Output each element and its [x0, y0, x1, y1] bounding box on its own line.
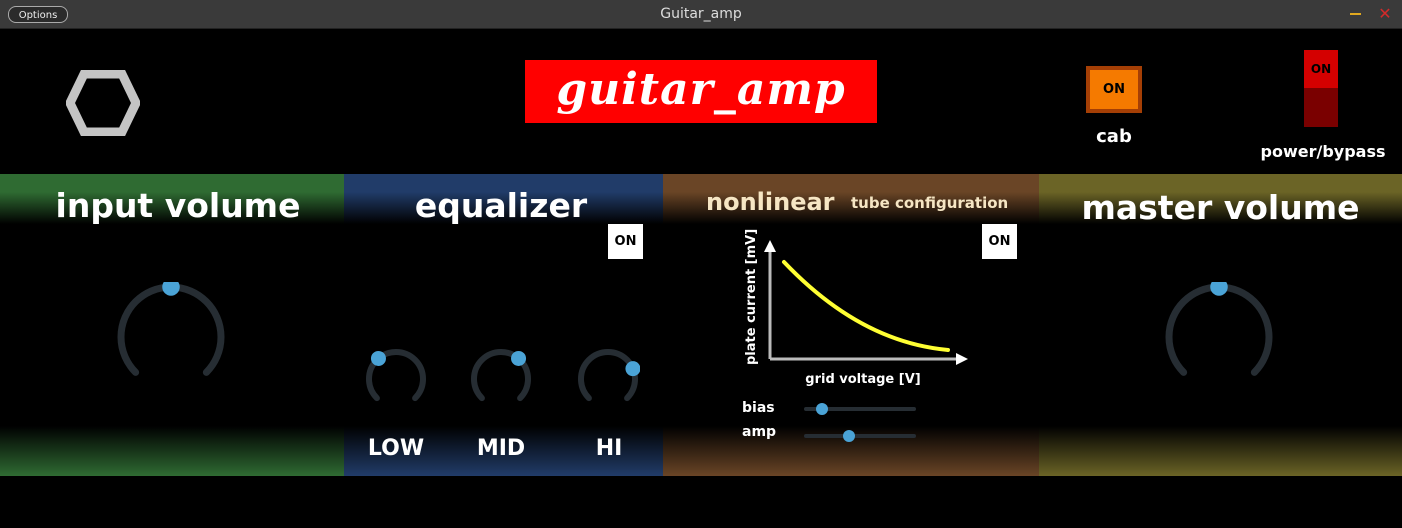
- input-volume-knob[interactable]: [116, 282, 226, 382]
- options-button[interactable]: Options: [8, 6, 68, 23]
- master-volume-title: master volume: [1081, 188, 1360, 227]
- tube-configuration-title: tube configuration: [851, 194, 1009, 212]
- power-switch-lower: [1304, 88, 1338, 127]
- tube-transfer-plot: [764, 240, 968, 365]
- equalizer-title: equalizer: [414, 186, 588, 225]
- minimize-icon[interactable]: [1348, 6, 1364, 22]
- amp-slider[interactable]: [804, 429, 916, 443]
- eq-hi-knob[interactable]: [576, 348, 640, 406]
- close-icon[interactable]: ✕: [1376, 5, 1394, 23]
- plot-x-arrow: [956, 353, 968, 365]
- eq-low-knob[interactable]: [364, 348, 428, 406]
- knob-track: [117, 283, 225, 376]
- plot-y-arrow: [764, 240, 776, 252]
- power-state: ON: [1304, 50, 1338, 88]
- knob-thumb[interactable]: [1210, 282, 1228, 296]
- power-bypass-switch[interactable]: ON: [1304, 50, 1338, 127]
- amp-slider-thumb[interactable]: [842, 430, 855, 442]
- input-volume-title: input volume: [55, 186, 301, 225]
- equalizer-toggle[interactable]: ON: [608, 224, 643, 259]
- bias-slider[interactable]: [804, 402, 916, 416]
- eq-hi-label: HI: [595, 436, 623, 461]
- title-bar: Options Guitar_amp ✕: [0, 0, 1402, 29]
- master-volume-knob[interactable]: [1164, 282, 1274, 382]
- knob-thumb[interactable]: [511, 350, 527, 366]
- amp-label: amp: [742, 424, 777, 440]
- knob-track: [578, 349, 638, 402]
- power-bypass-label: power/bypass: [1260, 142, 1386, 161]
- nonlinear-title: nonlinear: [706, 188, 835, 216]
- eq-mid-label: MID: [476, 436, 526, 461]
- knob-thumb[interactable]: [370, 350, 386, 366]
- bias-label: bias: [742, 400, 775, 416]
- logo: guitar_amp: [525, 60, 877, 123]
- hex-nut-icon: [66, 70, 140, 136]
- plot-y-label: plate current [mV]: [744, 228, 759, 365]
- knob-track: [1165, 283, 1273, 376]
- knob-thumb[interactable]: [625, 361, 640, 377]
- nonlinear-toggle[interactable]: ON: [982, 224, 1017, 259]
- cab-toggle[interactable]: ON: [1086, 66, 1142, 113]
- plot-curve: [782, 260, 950, 352]
- amp-slider-track: [804, 434, 916, 438]
- window-title: Guitar_amp: [660, 6, 742, 22]
- cab-label: cab: [1096, 126, 1132, 147]
- eq-low-label: LOW: [367, 436, 425, 461]
- bias-slider-thumb[interactable]: [815, 403, 828, 415]
- eq-mid-knob[interactable]: [469, 348, 533, 406]
- plot-x-label: grid voltage [V]: [805, 372, 921, 387]
- knob-thumb[interactable]: [162, 282, 180, 296]
